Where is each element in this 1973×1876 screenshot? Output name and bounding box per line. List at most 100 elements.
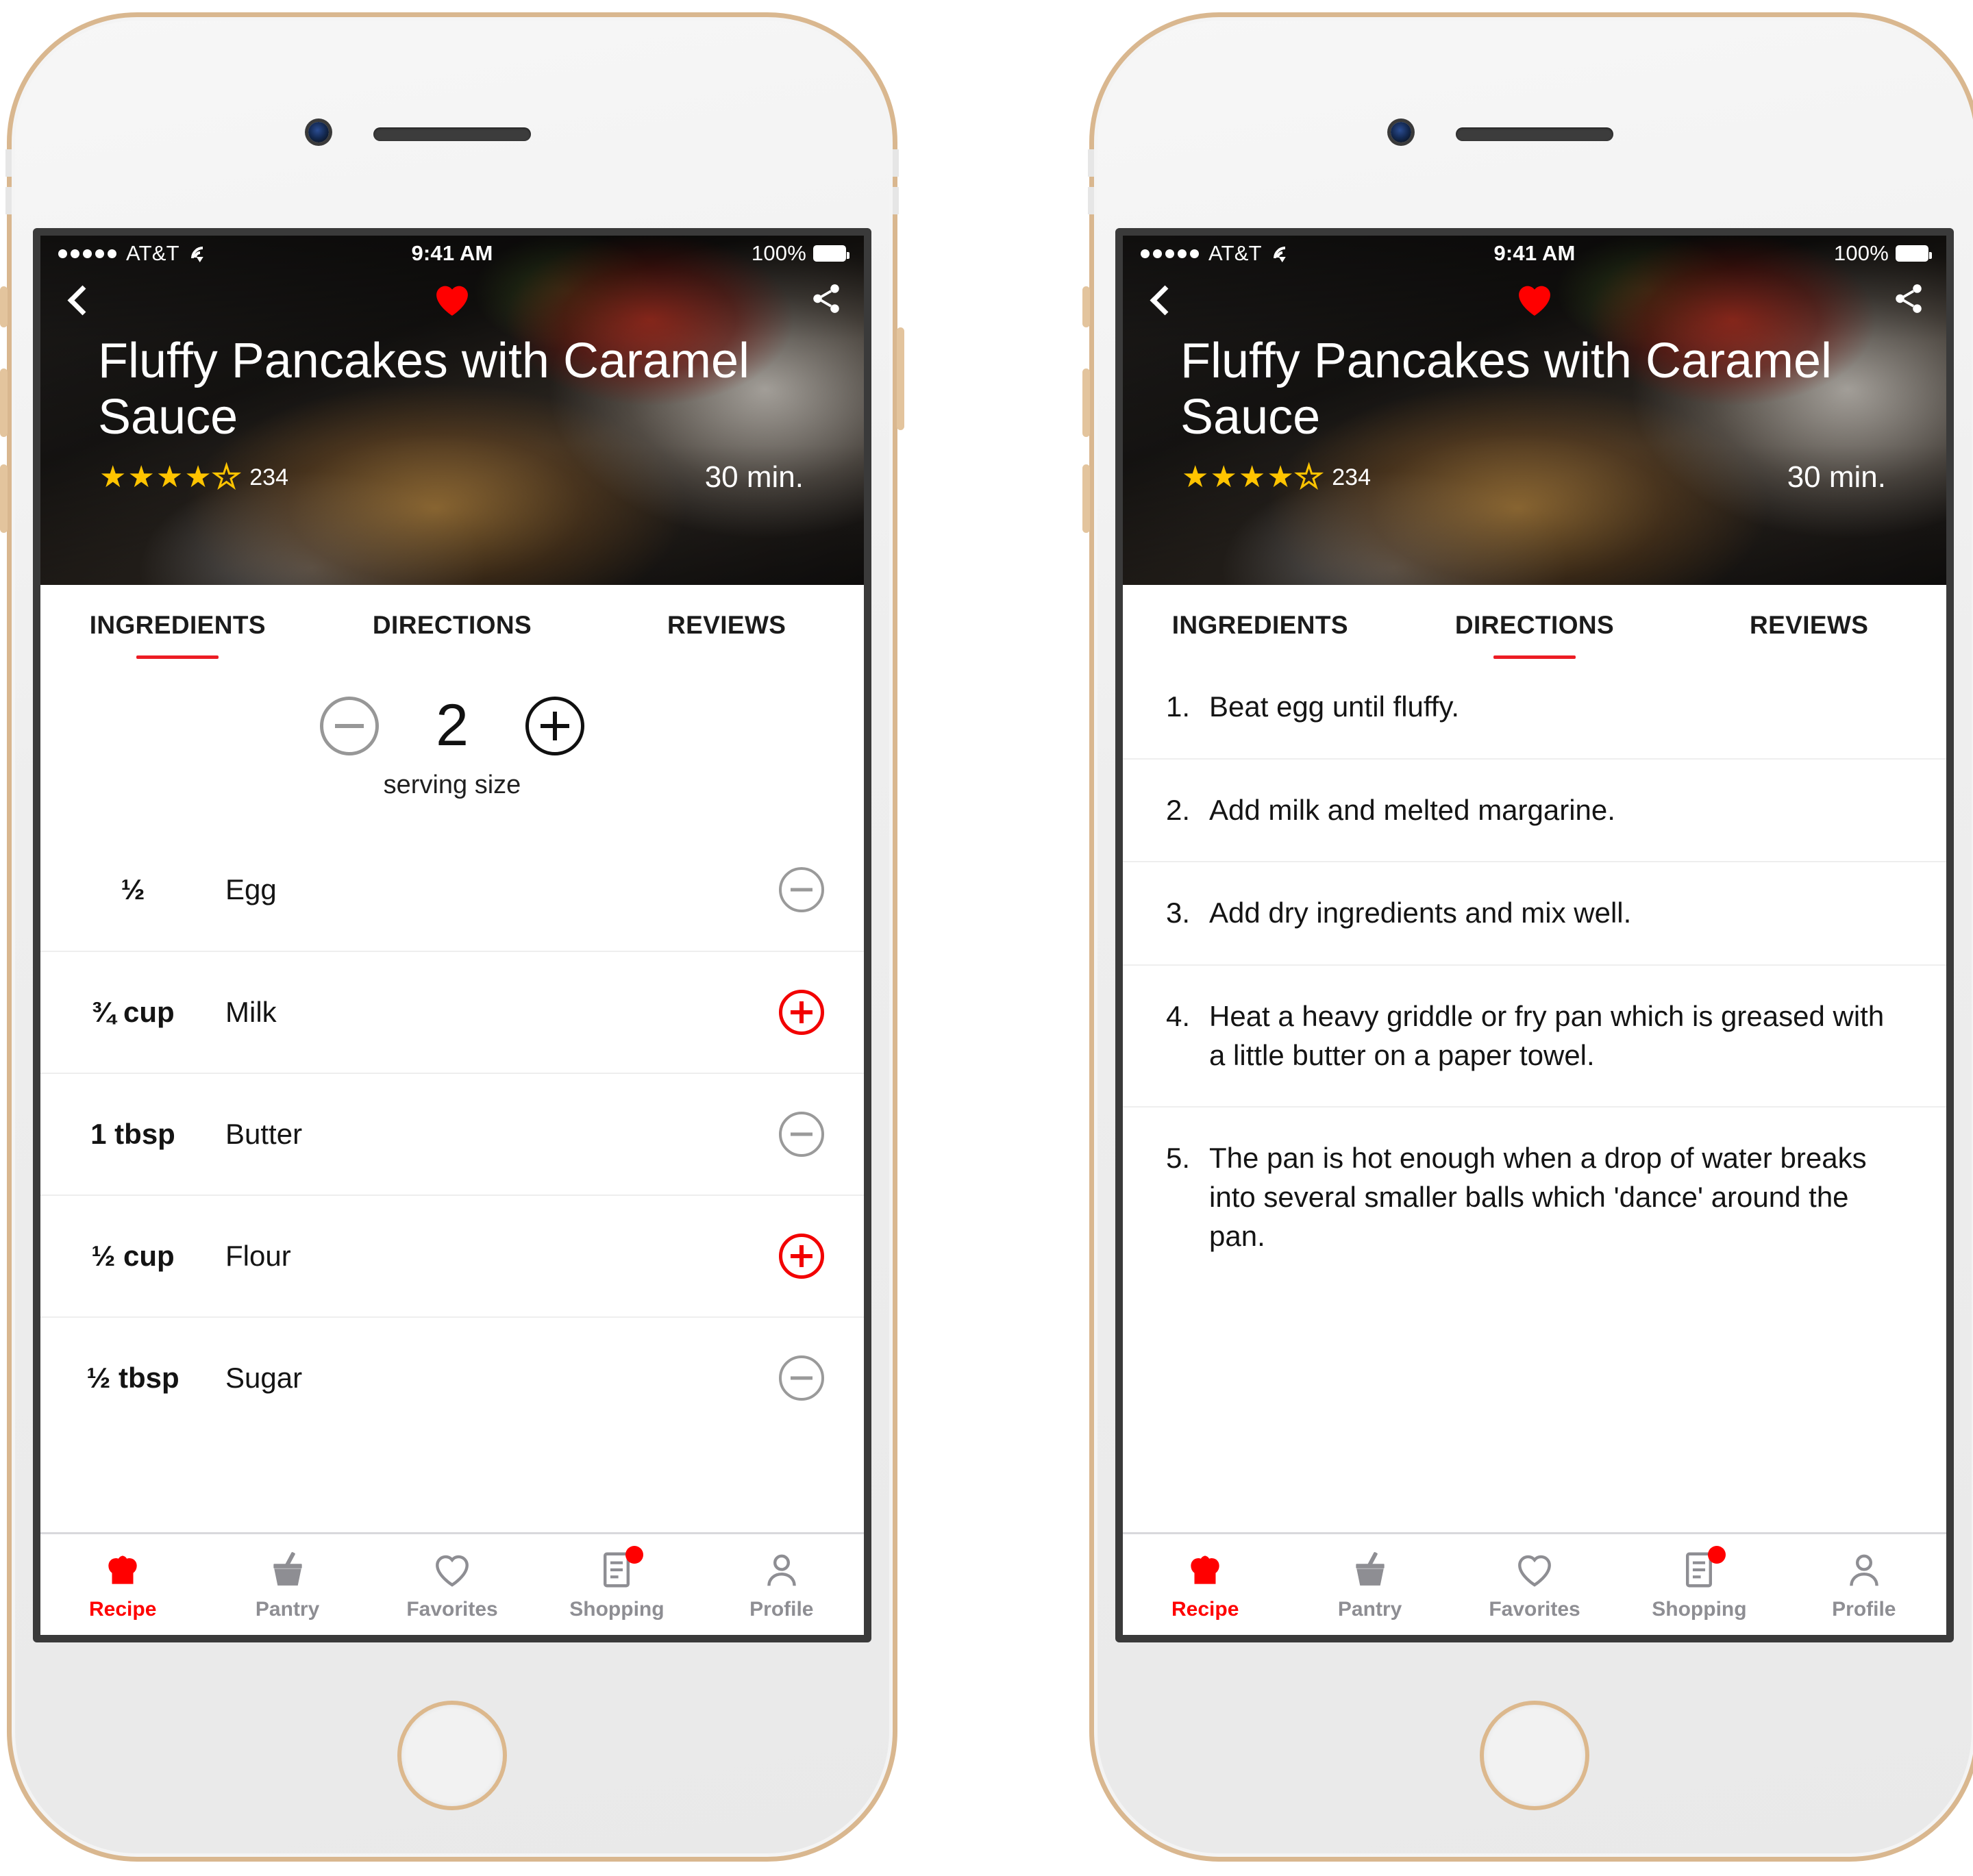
status-bar: AT&T 9:41 AM 100% (40, 236, 864, 271)
ring-switch[interactable] (0, 286, 8, 327)
star-filled-icon: ★ (1182, 460, 1209, 495)
ingredient-quantity: ½ tbsp (86, 1362, 179, 1394)
earpiece-speaker (1456, 127, 1613, 141)
direction-number: 2. (1165, 793, 1190, 826)
volume-up-button[interactable] (0, 368, 8, 437)
tab-bar-item-favorites[interactable]: Favorites (370, 1534, 534, 1635)
recipe-meta: ★ ★ ★ ★ ★ 234 30 min. (40, 460, 864, 495)
mortar-pestle-icon (1349, 1549, 1391, 1591)
cook-time-label: 30 min. (1787, 460, 1886, 495)
antenna-band (893, 149, 899, 177)
tab-label: INGREDIENTS (1171, 611, 1348, 639)
tab-bar-label: Pantry (1337, 1597, 1402, 1621)
minus-circle-icon[interactable] (779, 867, 824, 912)
tab-reviews[interactable]: REVIEWS (589, 611, 864, 649)
carrier-label: AT&T (1208, 241, 1262, 265)
plus-circle-icon[interactable] (779, 990, 824, 1035)
star-filled-icon: ★ (1267, 460, 1294, 495)
tab-bar-label: Pantry (255, 1597, 320, 1621)
tab-bar-label: Recipe (89, 1597, 157, 1621)
list-icon (595, 1545, 644, 1591)
signal-strength-icon (58, 249, 116, 258)
tab-bar-item-profile[interactable]: Profile (699, 1534, 864, 1635)
star-empty-icon: ★ (1294, 460, 1323, 495)
tab-directions[interactable]: DIRECTIONS (1398, 611, 1672, 659)
phone-screen-left: AT&T 9:41 AM 100% Fluffy Pancakes with C… (33, 228, 871, 1642)
ingredient-name: Sugar (225, 1362, 303, 1394)
tab-directions[interactable]: DIRECTIONS (315, 611, 590, 649)
tab-bar-item-shopping[interactable]: Shopping (534, 1534, 699, 1635)
ingredient-name: Butter (225, 1118, 303, 1150)
heart-filled-icon[interactable] (1513, 279, 1556, 321)
home-button[interactable] (1480, 1701, 1589, 1810)
serving-size-value: 2 (436, 692, 469, 758)
tab-bar-item-profile[interactable]: Profile (1782, 1534, 1946, 1635)
share-icon[interactable] (1891, 282, 1926, 319)
list-item[interactable]: ½ cup Flour (40, 1195, 864, 1316)
front-camera (1391, 122, 1411, 142)
directions-list: 1. Beat egg until fluffy. 2. Add milk an… (1123, 649, 1946, 1288)
ingredient-quantity: ¾ cup (91, 996, 175, 1028)
list-item: 4. Heat a heavy griddle or fry pan which… (1123, 964, 1946, 1106)
tab-bar-item-recipe[interactable]: Recipe (1123, 1534, 1287, 1635)
tab-bar-item-recipe[interactable]: Recipe (40, 1534, 205, 1635)
star-filled-icon: ★ (99, 460, 127, 495)
battery-percent-label: 100% (1833, 241, 1889, 265)
phone-screen-right: AT&T 9:41 AM 100% Fluffy Pancakes with C… (1115, 228, 1954, 1642)
heart-filled-icon[interactable] (431, 279, 473, 321)
phone-mockup-right: AT&T 9:41 AM 100% Fluffy Pancakes with C… (1082, 12, 1973, 1862)
back-chevron-icon[interactable] (1143, 284, 1175, 316)
tab-bar-item-shopping[interactable]: Shopping (1617, 1534, 1781, 1635)
rating-stars: ★ ★ ★ ★ ★ (99, 460, 241, 495)
serving-size-stepper: 2 serving size (40, 649, 864, 800)
minus-circle-icon[interactable] (779, 1112, 824, 1157)
home-button[interactable] (397, 1701, 507, 1810)
minus-circle-icon[interactable] (779, 1355, 824, 1401)
battery-full-icon (1896, 245, 1932, 262)
list-item: 2. Add milk and melted margarine. (1123, 758, 1946, 862)
recipe-hero: AT&T 9:41 AM 100% Fluffy Pancakes with C… (40, 236, 864, 585)
tab-ingredients[interactable]: INGREDIENTS (1123, 611, 1398, 649)
direction-number: 4. (1165, 1000, 1190, 1033)
direction-number: 5. (1165, 1142, 1190, 1175)
phone-mockup-left: AT&T 9:41 AM 100% Fluffy Pancakes with C… (0, 12, 904, 1862)
plus-circle-icon[interactable] (525, 696, 584, 755)
bottom-tab-bar: Recipe Pantry Favorites Shopping Profile (1123, 1532, 1946, 1635)
tab-bar-item-pantry[interactable]: Pantry (1287, 1534, 1452, 1635)
back-chevron-icon[interactable] (61, 284, 92, 316)
tab-bar-label: Favorites (406, 1597, 498, 1621)
tab-bar-item-pantry[interactable]: Pantry (205, 1534, 369, 1635)
tab-reviews[interactable]: REVIEWS (1672, 611, 1946, 649)
list-item[interactable]: ½ Egg (40, 829, 864, 951)
tab-label: DIRECTIONS (1454, 611, 1615, 639)
volume-up-button[interactable] (1082, 368, 1090, 437)
volume-down-button[interactable] (0, 464, 8, 533)
plus-circle-icon[interactable] (779, 1234, 824, 1279)
tab-bar-item-favorites[interactable]: Favorites (1452, 1534, 1617, 1635)
rating-count: 234 (249, 464, 288, 490)
shopping-badge (625, 1545, 644, 1564)
cook-time-label: 30 min. (704, 460, 804, 495)
chef-hat-icon (1184, 1549, 1226, 1591)
tab-active-underline (136, 655, 219, 659)
minus-circle-icon[interactable] (320, 696, 379, 755)
hero-nav-bar (40, 271, 864, 329)
tab-ingredients[interactable]: INGREDIENTS (40, 611, 315, 659)
serving-stepper-row: 2 (320, 692, 584, 760)
mortar-pestle-icon (266, 1549, 309, 1591)
tab-active-underline (1493, 655, 1576, 659)
carrier-label: AT&T (126, 241, 179, 265)
list-item[interactable]: ½ tbsp Sugar (40, 1316, 864, 1438)
tab-bar-label: Shopping (569, 1597, 665, 1621)
earpiece-speaker (373, 127, 531, 141)
list-item[interactable]: 1 tbsp Butter (40, 1073, 864, 1195)
share-icon[interactable] (809, 282, 843, 319)
ring-switch[interactable] (1082, 286, 1090, 327)
tab-bar-label: Profile (1832, 1597, 1896, 1621)
volume-down-button[interactable] (1082, 464, 1090, 533)
status-bar: AT&T 9:41 AM 100% (1123, 236, 1946, 271)
power-button[interactable] (897, 327, 904, 430)
list-item[interactable]: ¾ cup Milk (40, 951, 864, 1073)
star-filled-icon: ★ (1210, 460, 1237, 495)
front-camera (308, 122, 329, 142)
